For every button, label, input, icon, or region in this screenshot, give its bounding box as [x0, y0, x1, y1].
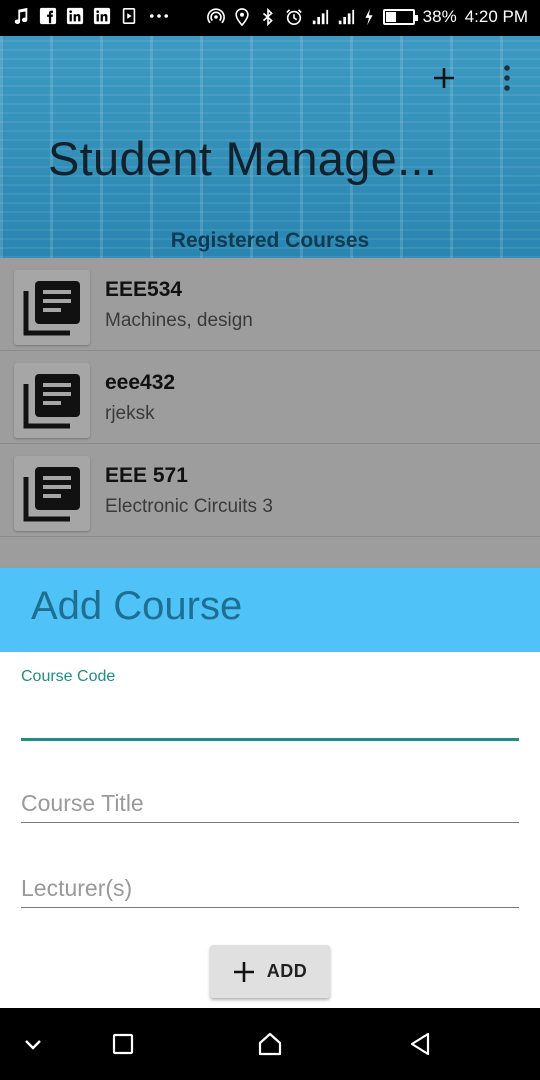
course-list: EEE534 Machines, design eee432 rjeksk EE…	[0, 258, 540, 568]
home-button[interactable]	[252, 1026, 288, 1062]
list-item[interactable]: EEE 571 Electronic Circuits 3	[0, 444, 540, 537]
add-icon	[434, 68, 454, 88]
list-item[interactable]: EEE534 Machines, design	[0, 258, 540, 351]
facebook-icon	[39, 7, 57, 25]
signal-icon	[311, 8, 329, 26]
add-course-button[interactable]: ADD	[210, 945, 330, 998]
course-title: Machines, design	[105, 310, 253, 331]
course-title-underline	[21, 822, 519, 823]
more-vert-icon	[504, 65, 510, 91]
app-screen: 38% 4:20 PM Student Manage... Registered…	[0, 0, 540, 1080]
recents-icon	[112, 1033, 134, 1055]
hotspot-icon	[206, 8, 225, 26]
hide-nav-button[interactable]	[15, 1026, 51, 1062]
dialog-title: Add Course	[31, 584, 243, 628]
course-code-label: Course Code	[21, 668, 116, 685]
course-code: EEE 571	[105, 464, 188, 487]
library-books-icon	[23, 280, 80, 335]
battery-level	[385, 12, 397, 22]
recents-button[interactable]	[105, 1026, 141, 1062]
chevron-down-icon	[25, 1040, 41, 1050]
course-thumbnail	[14, 270, 90, 345]
section-subtitle: Registered Courses	[170, 229, 370, 252]
course-title-field	[21, 778, 519, 828]
music-icon	[12, 7, 30, 25]
lecturers-input[interactable]	[21, 869, 519, 907]
overflow-menu-button[interactable]	[492, 60, 522, 96]
dialog-header: Add Course	[0, 568, 540, 652]
more-notifications-icon	[147, 7, 171, 25]
add-icon	[233, 961, 254, 982]
status-bar: 38% 4:20 PM	[0, 0, 540, 36]
location-icon	[233, 8, 251, 26]
add-action-button[interactable]	[426, 60, 462, 96]
library-books-icon	[23, 373, 80, 428]
course-thumbnail	[14, 363, 90, 438]
back-icon	[410, 1032, 430, 1056]
course-code-underline	[21, 738, 519, 741]
linkedin-icon	[93, 7, 111, 25]
app-title: Student Manage...	[48, 132, 438, 185]
course-code-input[interactable]	[21, 700, 519, 736]
app-bar: Student Manage... Registered Courses	[0, 36, 540, 258]
course-title: rjeksk	[105, 403, 155, 424]
linkedin-icon	[66, 7, 84, 25]
course-code-field: Course Code	[21, 666, 519, 742]
course-title-input[interactable]	[21, 784, 519, 822]
status-right-icons: 38% 4:20 PM	[206, 7, 528, 27]
add-button-label: ADD	[266, 961, 308, 981]
battery-percent: 38%	[422, 7, 457, 26]
status-left-icons	[12, 7, 171, 25]
library-books-icon	[23, 466, 80, 521]
bluetooth-icon	[259, 8, 277, 26]
battery-icon	[382, 9, 418, 25]
course-code: EEE534	[105, 278, 183, 301]
notification-icon	[120, 7, 138, 25]
system-nav-bar	[0, 1008, 540, 1080]
charging-icon	[363, 8, 375, 26]
home-icon	[258, 1032, 282, 1056]
signal-4g-icon	[337, 8, 355, 26]
status-time: 4:20 PM	[464, 7, 528, 26]
course-thumbnail	[14, 456, 90, 531]
alarm-icon	[285, 8, 303, 26]
list-item[interactable]: eee432 rjeksk	[0, 351, 540, 444]
course-code: eee432	[105, 371, 176, 394]
course-title: Electronic Circuits 3	[105, 496, 273, 517]
lecturers-underline	[21, 907, 519, 908]
back-button[interactable]	[402, 1026, 438, 1062]
lecturers-field	[21, 863, 519, 913]
